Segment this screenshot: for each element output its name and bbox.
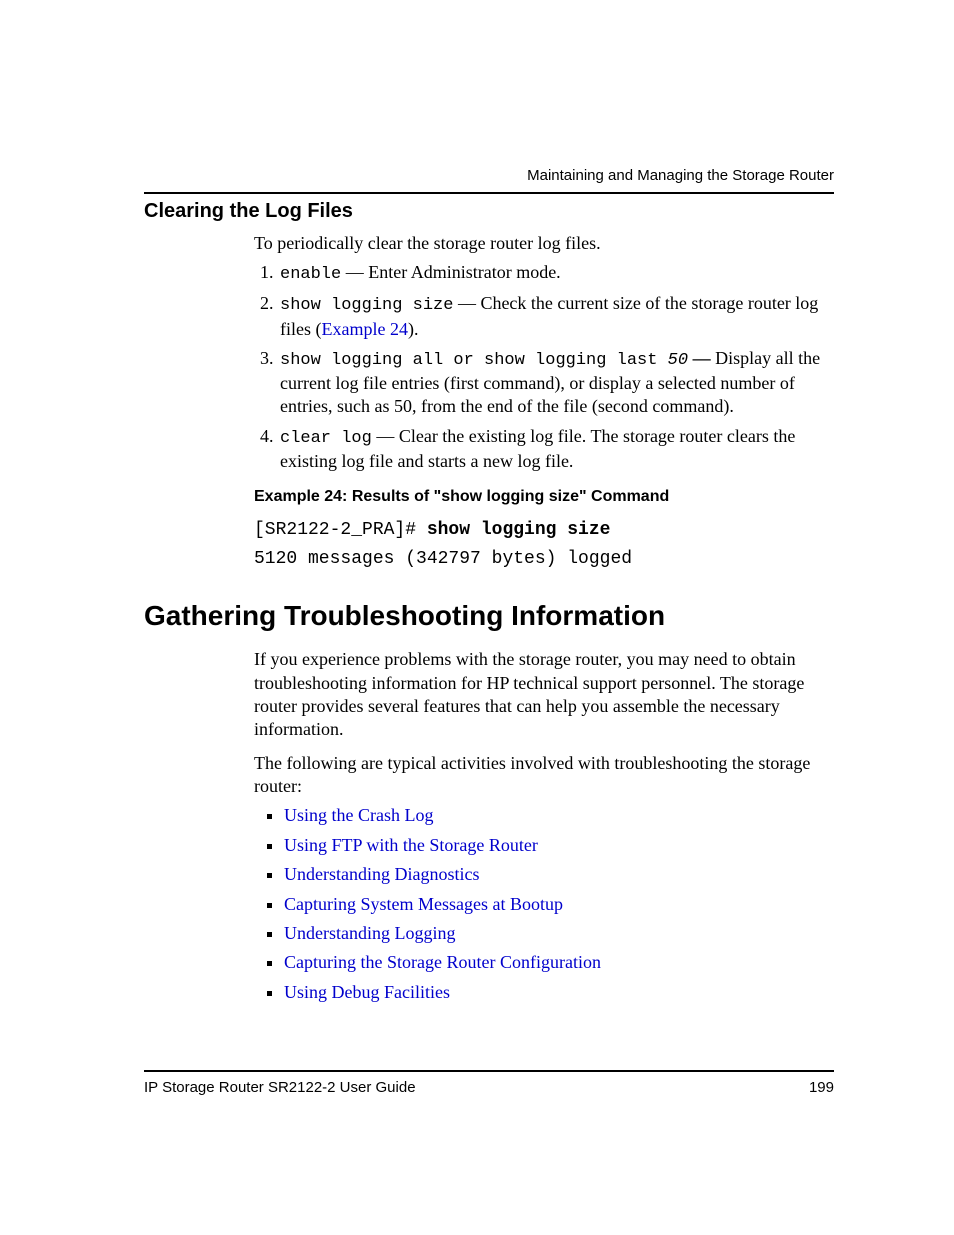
troubleshoot-link-list: Using the Crash Log Using FTP with the S… [254, 804, 834, 1004]
step3-arg: 50 [657, 351, 688, 370]
header-rule [144, 192, 834, 194]
step1-command: enable [280, 265, 341, 284]
example-line-1: [SR2122-2_PRA]# show logging size [254, 516, 834, 545]
example-prompt: [SR2122-2_PRA]# [254, 520, 427, 540]
link-using-crash-log[interactable]: Using the Crash Log [284, 805, 433, 825]
list-item: Using Debug Facilities [284, 981, 834, 1004]
link-using-ftp[interactable]: Using FTP with the Storage Router [284, 835, 538, 855]
example-24-title: Example 24: Results of "show logging siz… [254, 487, 834, 508]
example-24-code: [SR2122-2_PRA]# show logging size 5120 m… [254, 516, 834, 574]
step2-command: show logging size [280, 296, 453, 315]
link-understanding-logging[interactable]: Understanding Logging [284, 923, 455, 943]
example-command: show logging size [427, 520, 611, 540]
list-item: Capturing System Messages at Bootup [284, 893, 834, 916]
step-3: show logging all or show logging last 50… [278, 347, 834, 419]
step-2: show logging size — Check the current si… [278, 292, 834, 340]
list-item: Using the Crash Log [284, 804, 834, 827]
footer-rule [144, 1070, 834, 1072]
list-item: Capturing the Storage Router Configurati… [284, 951, 834, 974]
step2-end: ). [408, 319, 419, 339]
section2-para1: If you experience problems with the stor… [254, 648, 834, 742]
steps-list: enable — Enter Administrator mode. show … [254, 261, 834, 473]
example-line-2: 5120 messages (342797 bytes) logged [254, 545, 834, 574]
section1-intro: To periodically clear the storage router… [254, 232, 834, 255]
step4-command: clear log [280, 429, 372, 448]
document-page: Maintaining and Managing the Storage Rou… [0, 0, 954, 1235]
step3-bold-dash: — [688, 348, 715, 368]
page-header-chapter: Maintaining and Managing the Storage Rou… [527, 166, 834, 186]
page-footer: IP Storage Router SR2122-2 User Guide 19… [144, 1070, 834, 1098]
list-item: Understanding Diagnostics [284, 863, 834, 886]
step-4: clear log — Clear the existing log file.… [278, 425, 834, 473]
step-1: enable — Enter Administrator mode. [278, 261, 834, 286]
link-understanding-diagnostics[interactable]: Understanding Diagnostics [284, 864, 479, 884]
list-item: Understanding Logging [284, 922, 834, 945]
step2-link-example-24[interactable]: Example 24 [321, 319, 407, 339]
footer-page-number: 199 [809, 1078, 834, 1098]
section-heading-clearing-log-files: Clearing the Log Files [144, 198, 834, 224]
link-capturing-system-messages[interactable]: Capturing System Messages at Bootup [284, 894, 563, 914]
list-item: Using FTP with the Storage Router [284, 834, 834, 857]
section1-body: To periodically clear the storage router… [254, 232, 834, 574]
step3-command: show logging all or show logging last [280, 351, 657, 370]
link-using-debug[interactable]: Using Debug Facilities [284, 982, 450, 1002]
link-capturing-config[interactable]: Capturing the Storage Router Configurati… [284, 952, 601, 972]
section2-para2: The following are typical activities inv… [254, 752, 834, 799]
footer-guide-title: IP Storage Router SR2122-2 User Guide [144, 1078, 416, 1098]
section-heading-gathering-troubleshooting: Gathering Troubleshooting Information [144, 598, 834, 634]
section2-body: If you experience problems with the stor… [254, 648, 834, 1004]
step1-rest: — Enter Administrator mode. [341, 262, 560, 282]
